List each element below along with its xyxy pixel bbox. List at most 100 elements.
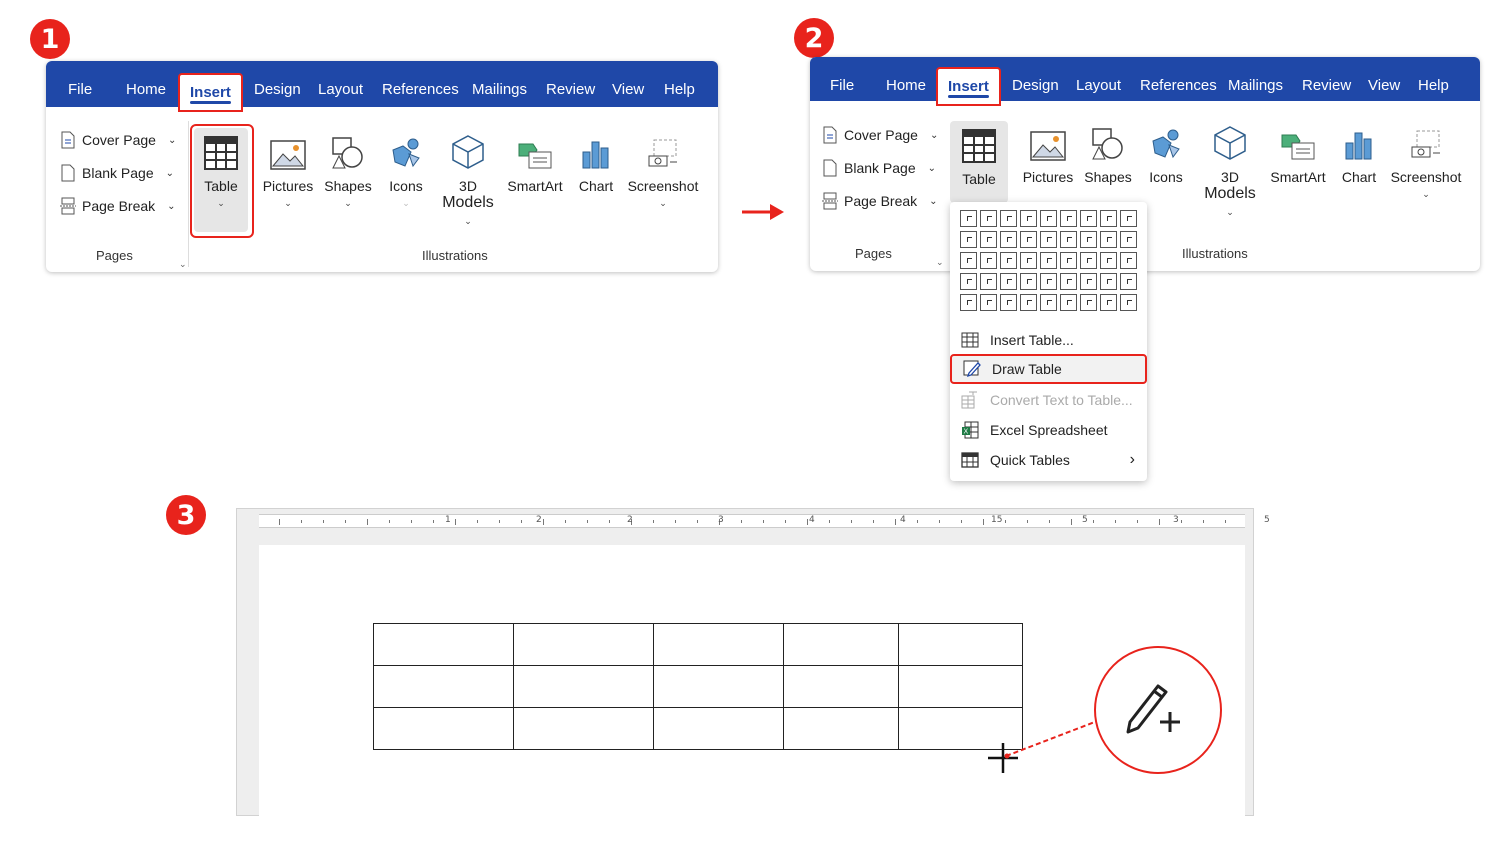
tab-view[interactable]: View (612, 81, 644, 98)
table-grid-cell[interactable] (1120, 273, 1137, 290)
draw-table-menu-item[interactable]: Draw Table (950, 354, 1147, 384)
chart-button[interactable]: Chart (572, 130, 620, 194)
tab-help[interactable]: Help (1418, 77, 1449, 94)
table-grid-cell[interactable] (980, 210, 997, 227)
tab-help[interactable]: Help (664, 81, 695, 98)
screenshot-button[interactable]: Screenshot ⌄ (1388, 125, 1464, 200)
table-grid-cell[interactable] (1100, 294, 1117, 311)
table-grid-cell[interactable] (1060, 210, 1077, 227)
table-cell[interactable] (373, 707, 514, 750)
table-cell[interactable] (373, 623, 514, 666)
page-break-button[interactable]: Page Break ⌄ (60, 197, 176, 215)
table-grid-cell[interactable] (1020, 273, 1037, 290)
tab-layout[interactable]: Layout (318, 81, 363, 98)
pictures-button[interactable]: Pictures ⌄ (258, 130, 318, 209)
quick-tables-menu-item[interactable]: Quick Tables › (950, 446, 1147, 474)
screenshot-button[interactable]: Screenshot ⌄ (626, 130, 700, 209)
table-grid-cell[interactable] (1020, 210, 1037, 227)
table-cell[interactable] (653, 665, 784, 708)
horizontal-ruler[interactable]: 1 2 2 3 4 4 15 5 3 5 (259, 514, 1270, 528)
table-cell[interactable] (783, 707, 899, 750)
table-grid-cell[interactable] (1080, 231, 1097, 248)
table-grid-cell[interactable] (1040, 231, 1057, 248)
tab-references[interactable]: References (382, 81, 459, 98)
tab-file[interactable]: File (68, 81, 92, 98)
table-grid-cell[interactable] (1080, 252, 1097, 269)
table-cell[interactable] (653, 707, 784, 750)
blank-page-button[interactable]: Blank Page ⌄ (60, 164, 174, 182)
smartart-button[interactable]: SmartArt (502, 130, 568, 194)
table-grid-cell[interactable] (980, 252, 997, 269)
table-cell[interactable] (783, 665, 899, 708)
insert-table-menu-item[interactable]: Insert Table... (950, 326, 1147, 354)
table-grid-cell[interactable] (980, 294, 997, 311)
3d-models-button[interactable]: 3D Models ⌄ (1200, 125, 1260, 218)
page-break-button[interactable]: Page Break ⌄ (822, 192, 938, 210)
3d-models-button[interactable]: 3D Models ⌄ (438, 130, 498, 227)
table-grid-cell[interactable] (1000, 273, 1017, 290)
table-grid-cell[interactable] (1100, 252, 1117, 269)
tab-design[interactable]: Design (254, 81, 301, 98)
table-cell[interactable] (513, 665, 654, 708)
drawn-table[interactable] (373, 623, 1023, 750)
table-grid-cell[interactable] (960, 210, 977, 227)
tab-home[interactable]: Home (886, 77, 926, 94)
table-grid-cell[interactable] (1120, 210, 1137, 227)
table-grid-cell[interactable] (960, 252, 977, 269)
table-grid-cell[interactable] (1080, 273, 1097, 290)
table-grid-cell[interactable] (960, 273, 977, 290)
tab-mailings[interactable]: Mailings (1228, 77, 1283, 94)
table-grid-cell[interactable] (1020, 231, 1037, 248)
table-grid-cell[interactable] (1020, 294, 1037, 311)
table-grid-cell[interactable] (960, 294, 977, 311)
table-grid-cell[interactable] (1020, 252, 1037, 269)
insert-table-grid[interactable] (960, 210, 1137, 311)
table-grid-cell[interactable] (1060, 231, 1077, 248)
tab-view[interactable]: View (1368, 77, 1400, 94)
table-grid-cell[interactable] (1000, 294, 1017, 311)
table-grid-cell[interactable] (1060, 273, 1077, 290)
tab-design[interactable]: Design (1012, 77, 1059, 94)
table-grid-cell[interactable] (1120, 294, 1137, 311)
cover-page-button[interactable]: Cover Page ⌄ (60, 131, 176, 149)
tab-review[interactable]: Review (546, 81, 595, 98)
document-page[interactable] (259, 545, 1245, 817)
table-grid-cell[interactable] (980, 273, 997, 290)
tab-insert[interactable]: Insert (178, 73, 243, 112)
table-grid-cell[interactable] (1120, 252, 1137, 269)
tab-insert[interactable]: Insert (936, 67, 1001, 106)
tab-file[interactable]: File (830, 77, 854, 94)
table-grid-cell[interactable] (1000, 252, 1017, 269)
table-grid-cell[interactable] (980, 231, 997, 248)
table-grid-cell[interactable] (1100, 231, 1117, 248)
blank-page-button[interactable]: Blank Page ⌄ (822, 159, 936, 177)
table-cell[interactable] (898, 665, 1023, 708)
table-grid-cell[interactable] (1100, 210, 1117, 227)
table-cell[interactable] (513, 623, 654, 666)
table-cell[interactable] (373, 665, 514, 708)
table-grid-cell[interactable] (960, 231, 977, 248)
tab-home[interactable]: Home (126, 81, 166, 98)
pictures-button[interactable]: Pictures (1018, 125, 1078, 185)
table-grid-cell[interactable] (1040, 252, 1057, 269)
table-grid-cell[interactable] (1000, 231, 1017, 248)
dialog-launcher-icon[interactable]: ⌄ (936, 257, 944, 268)
table-cell[interactable] (783, 623, 899, 666)
table-grid-cell[interactable] (1080, 294, 1097, 311)
tab-mailings[interactable]: Mailings (472, 81, 527, 98)
table-cell[interactable] (513, 707, 654, 750)
table-grid-cell[interactable] (1100, 273, 1117, 290)
table-grid-cell[interactable] (1040, 210, 1057, 227)
table-button[interactable]: Table (950, 121, 1008, 203)
tab-references[interactable]: References (1140, 77, 1217, 94)
shapes-button[interactable]: Shapes ⌄ (320, 130, 376, 209)
dialog-launcher-icon[interactable]: ⌄ (179, 259, 187, 270)
chart-button[interactable]: Chart (1336, 125, 1382, 185)
table-grid-cell[interactable] (1000, 210, 1017, 227)
table-grid-cell[interactable] (1120, 231, 1137, 248)
cover-page-button[interactable]: Cover Page ⌄ (822, 126, 938, 144)
table-grid-cell[interactable] (1040, 294, 1057, 311)
excel-spreadsheet-menu-item[interactable]: X Excel Spreadsheet (950, 416, 1147, 444)
table-cell[interactable] (653, 623, 784, 666)
table-grid-cell[interactable] (1040, 273, 1057, 290)
